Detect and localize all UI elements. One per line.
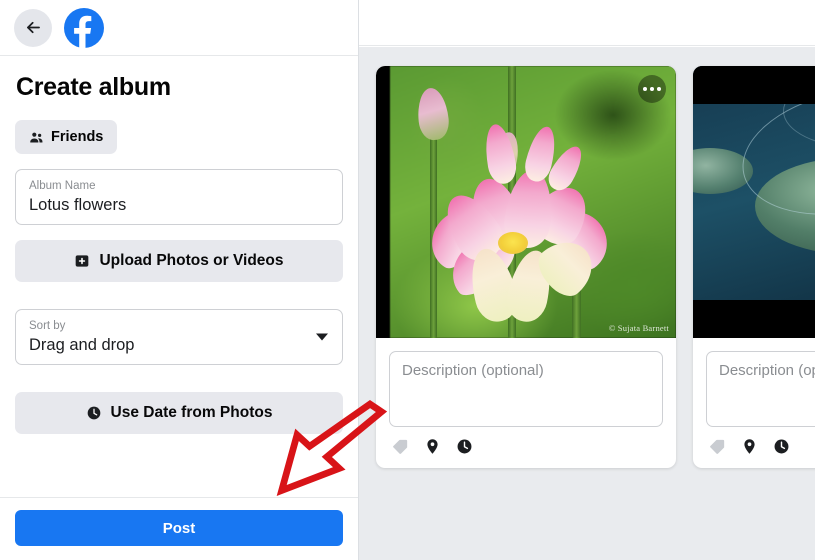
photo-cards-container: © Sujata Barnett Description (optional) <box>359 47 815 560</box>
tag-icon[interactable] <box>709 438 726 455</box>
page-title: Create album <box>16 73 171 101</box>
card-action-icons <box>693 427 815 468</box>
clock-icon[interactable] <box>773 438 790 455</box>
friends-people-icon <box>29 130 44 145</box>
sidebar-body: Create album Friends Album Name Lotus fl… <box>0 56 358 497</box>
clock-icon <box>86 405 102 421</box>
pink-lotus-flower-image: © Sujata Barnett <box>376 66 676 338</box>
panel-top-bar <box>359 0 815 46</box>
sidebar-footer: Post <box>0 497 358 560</box>
description-input[interactable]: Description (optional) <box>389 351 663 427</box>
post-button[interactable]: Post <box>15 510 343 546</box>
more-options-icon[interactable] <box>638 75 666 103</box>
clock-icon[interactable] <box>456 438 473 455</box>
location-pin-icon[interactable] <box>424 438 441 455</box>
sort-by-select[interactable]: Sort by Drag and drop <box>15 309 343 365</box>
create-album-screen: Create album Friends Album Name Lotus fl… <box>0 0 815 560</box>
photo-thumbnail[interactable]: © Sujata Barnett <box>376 66 676 338</box>
photos-panel: © Sujata Barnett Description (optional) <box>359 0 815 560</box>
back-button[interactable] <box>14 8 52 47</box>
arrow-left-icon <box>24 18 43 37</box>
photo-watermark: © Sujata Barnett <box>608 323 669 333</box>
photo-thumbnail[interactable] <box>693 66 815 338</box>
chevron-down-icon <box>316 333 328 341</box>
use-date-from-photos-button[interactable]: Use Date from Photos <box>15 392 343 434</box>
sidebar-header <box>0 0 358 56</box>
photo-card[interactable]: Description (optional) <box>693 66 815 468</box>
upload-button-label: Upload Photos or Videos <box>99 252 284 269</box>
album-name-field[interactable]: Album Name Lotus flowers <box>15 169 343 225</box>
description-input[interactable]: Description (optional) <box>706 351 815 427</box>
facebook-logo-icon[interactable] <box>64 7 104 48</box>
privacy-selector-friends[interactable]: Friends <box>15 120 118 154</box>
album-name-value: Lotus flowers <box>29 196 127 214</box>
sort-by-label: Sort by <box>29 320 66 332</box>
privacy-label: Friends <box>51 129 104 145</box>
date-button-label: Use Date from Photos <box>110 404 273 421</box>
photo-card[interactable]: © Sujata Barnett Description (optional) <box>376 66 676 468</box>
sort-by-value: Drag and drop <box>29 336 135 354</box>
lily-pads-on-water-image <box>693 66 815 338</box>
create-album-sidebar: Create album Friends Album Name Lotus fl… <box>0 0 359 560</box>
location-pin-icon[interactable] <box>741 438 758 455</box>
upload-photos-or-videos-button[interactable]: Upload Photos or Videos <box>15 240 343 282</box>
album-name-label: Album Name <box>29 180 96 192</box>
card-action-icons <box>376 427 676 468</box>
tag-icon[interactable] <box>392 438 409 455</box>
photo-plus-icon <box>74 253 90 269</box>
